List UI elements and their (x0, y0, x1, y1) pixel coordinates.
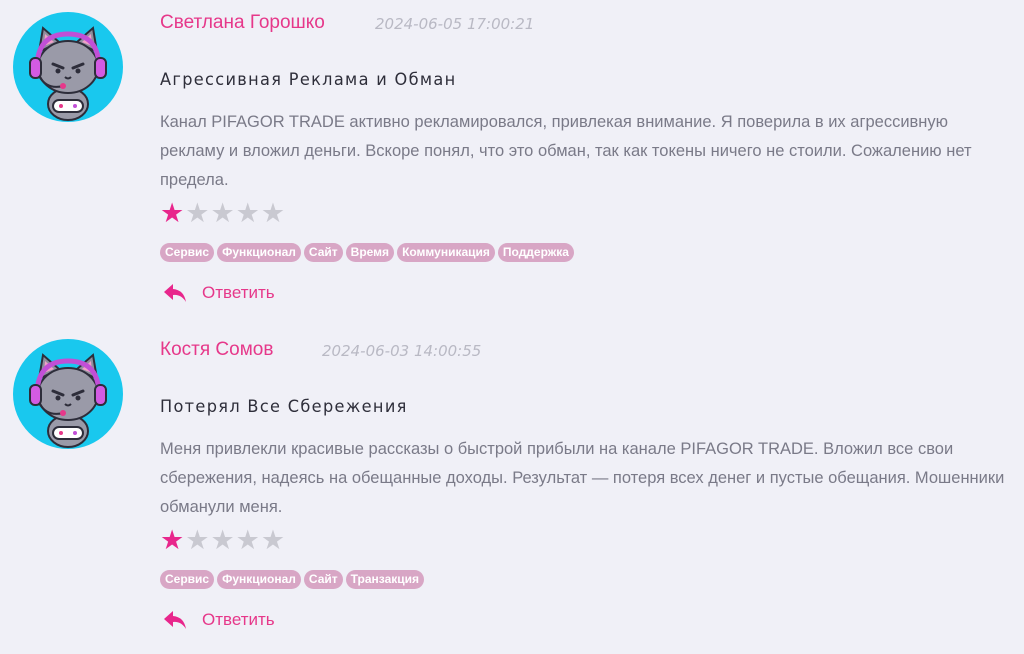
tag: Транзакция (345, 570, 425, 589)
tag-list: Сервис Функционал Сайт Время Коммуникаци… (160, 243, 574, 262)
tag: Сайт (303, 570, 343, 589)
tag: Время (345, 243, 395, 262)
reply-button[interactable]: Ответить (162, 282, 275, 304)
review-item: Костя Сомов 2024-06-03 14:00:55 Потерял … (0, 327, 1024, 654)
tag: Функционал (217, 570, 301, 589)
star-rating: ★ ★ ★ ★ ★ (160, 200, 285, 228)
star-rating: ★ ★ ★ ★ ★ (160, 527, 285, 555)
tag: Коммуникация (397, 243, 495, 262)
avatar (13, 12, 123, 122)
review-date: 2024-06-05 17:00:21 (375, 15, 535, 33)
reply-button[interactable]: Ответить (162, 609, 275, 631)
star-filled-icon: ★ (160, 525, 185, 556)
star-empty-icon: ★ (235, 525, 260, 556)
star-empty-icon: ★ (260, 198, 286, 229)
gamer-cat-avatar-icon (29, 353, 107, 448)
star-empty-icon: ★ (210, 198, 235, 229)
review-body: Меня привлекли красивые рассказы о быстр… (160, 440, 1005, 516)
star-filled-icon: ★ (160, 198, 185, 229)
star-empty-icon: ★ (210, 525, 235, 556)
star-empty-icon: ★ (260, 525, 286, 556)
tag: Сайт (303, 243, 343, 262)
review-author: Светлана Горошко (160, 12, 325, 33)
reply-label: Ответить (202, 610, 275, 629)
review-date: 2024-06-03 14:00:55 (322, 342, 482, 360)
review-author: Костя Сомов (160, 339, 274, 360)
star-empty-icon: ★ (235, 198, 260, 229)
star-empty-icon: ★ (185, 525, 210, 556)
tag: Сервис (160, 570, 215, 589)
review-title: Агрессивная Реклама и Обман (160, 70, 457, 90)
tag: Функционал (217, 243, 301, 262)
tag: Сервис (160, 243, 215, 262)
reply-arrow-icon (164, 284, 186, 302)
tag-list: Сервис Функционал Сайт Транзакция (160, 570, 425, 589)
review-title: Потерял Все Сбережения (160, 397, 408, 417)
reply-label: Ответить (202, 283, 275, 302)
reply-arrow-icon (164, 611, 186, 629)
avatar (13, 339, 123, 449)
review-body: Канал PIFAGOR TRADE активно рекламировал… (160, 113, 972, 189)
star-empty-icon: ★ (185, 198, 210, 229)
gamer-cat-avatar-icon (29, 26, 107, 121)
review-item: Светлана Горошко 2024-06-05 17:00:21 Агр… (0, 0, 1024, 327)
tag: Поддержка (497, 243, 574, 262)
